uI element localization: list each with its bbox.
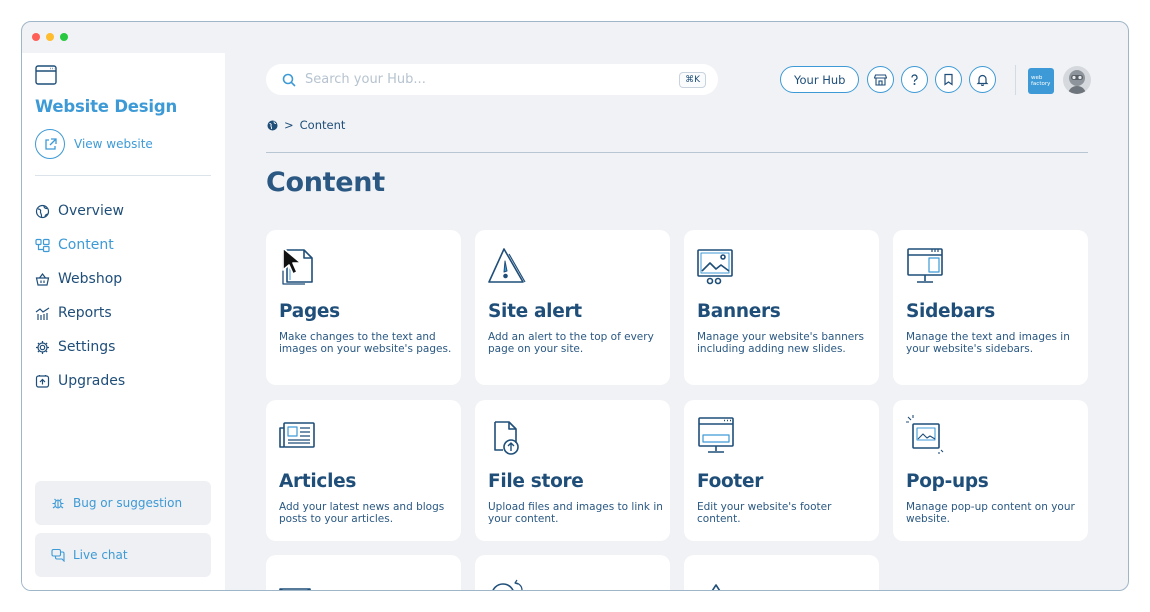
minimize-window-button[interactable]: [46, 33, 54, 41]
card-description: Add your latest news and blogs posts to …: [279, 501, 445, 525]
alert-icon: [488, 248, 526, 283]
articles-icon: [279, 422, 315, 448]
notifications-button[interactable]: [969, 66, 996, 93]
content-card-file-store[interactable]: File store Upload files and images to li…: [475, 400, 670, 541]
sidebar: Website Design View website Overview Con…: [22, 53, 225, 590]
banners-icon: [697, 249, 733, 285]
warning-triangle-icon: [711, 584, 721, 590]
card-description: Manage pop-up content on your website.: [906, 501, 1075, 525]
card-description: Upload files and images to link in your …: [488, 501, 663, 525]
search-icon: [282, 73, 296, 87]
popups-icon: [906, 415, 944, 454]
close-window-button[interactable]: [32, 33, 40, 41]
sidebar-item-settings[interactable]: Settings: [35, 330, 125, 364]
card-title: Site alert: [488, 301, 582, 322]
upgrade-icon: [35, 374, 50, 388]
sidebar-item-label: Overview: [58, 203, 124, 219]
header-divider: [1015, 65, 1016, 95]
live-chat-label: Live chat: [73, 548, 128, 562]
content-card-footer[interactable]: Footer Edit your website's footer conten…: [684, 400, 879, 541]
view-website-link[interactable]: View website: [35, 129, 153, 159]
sidebar-item-upgrades[interactable]: Upgrades: [35, 364, 125, 398]
bell-icon: [976, 74, 989, 86]
store-button[interactable]: [867, 66, 894, 93]
envelope-icon: [279, 588, 311, 590]
content-card-site-alert[interactable]: Site alert Add an alert to the top of ev…: [475, 230, 670, 385]
help-button[interactable]: [901, 66, 928, 93]
chat-icon: [51, 548, 65, 562]
sidebar-item-content[interactable]: Content: [35, 228, 125, 262]
content-card-popups[interactable]: Pop-ups Manage pop-up content on your we…: [893, 400, 1088, 541]
sidebar-item-label: Content: [58, 237, 114, 253]
question-icon: [911, 74, 918, 86]
avatar-image: [1068, 70, 1086, 94]
footer-icon: [698, 417, 734, 453]
sidebar-item-label: Webshop: [58, 271, 123, 287]
file-store-icon: [494, 421, 519, 455]
breadcrumb: > Content: [267, 118, 345, 132]
user-avatar[interactable]: [1063, 66, 1091, 94]
card-title: Sidebars: [906, 301, 995, 322]
live-chat-button[interactable]: Live chat: [35, 533, 211, 577]
bug-icon: [52, 498, 64, 509]
view-website-label: View website: [74, 137, 153, 151]
content-card-sidebars[interactable]: Sidebars Manage the text and images in y…: [893, 230, 1088, 385]
bookmarks-button[interactable]: [935, 66, 962, 93]
site-title: Website Design: [35, 97, 178, 116]
page-title: Content: [266, 167, 385, 198]
card-title: File store: [488, 471, 584, 492]
sidebars-icon: [907, 248, 943, 283]
app-window: Website Design View website Overview Con…: [21, 21, 1129, 591]
breadcrumb-current: Content: [299, 118, 346, 132]
sidebar-item-webshop[interactable]: Webshop: [35, 262, 125, 296]
globe-icon[interactable]: [267, 120, 278, 131]
basket-icon: [35, 272, 50, 286]
card-description: Edit your website's footer content.: [697, 501, 832, 525]
window-controls: [32, 33, 68, 41]
search-input[interactable]: [305, 72, 680, 87]
bookmark-icon: [944, 73, 953, 86]
card-title: Banners: [697, 301, 781, 322]
bug-or-suggestion-label: Bug or suggestion: [73, 496, 183, 510]
storefront-icon: [874, 74, 887, 86]
content-card-banners[interactable]: Banners Manage your website's banners in…: [684, 230, 879, 385]
globe-icon: [35, 204, 50, 218]
sidebar-item-reports[interactable]: Reports: [35, 296, 125, 330]
card-description: Manage your website's banners including …: [697, 331, 865, 355]
content-card-newsletter[interactable]: [266, 555, 461, 590]
sidebar-item-overview[interactable]: Overview: [35, 194, 125, 228]
browser-window-icon: [35, 65, 57, 85]
sidebar-item-label: Settings: [58, 339, 116, 355]
search-bar[interactable]: ⌘K: [266, 64, 718, 95]
content-card-testimonials[interactable]: [475, 555, 670, 590]
breadcrumb-separator-icon: >: [284, 118, 294, 132]
content-card-articles[interactable]: Articles Add your latest news and blogs …: [266, 400, 461, 541]
maximize-window-button[interactable]: [60, 33, 68, 41]
card-description: Manage the text and images in your websi…: [906, 331, 1070, 355]
sidebar-item-label: Reports: [58, 305, 112, 321]
card-description: Make changes to the text and images on y…: [279, 331, 452, 355]
card-description: Add an alert to the top of every page on…: [488, 331, 654, 355]
content-card-more[interactable]: [684, 555, 879, 590]
layout-icon: [35, 238, 50, 252]
search-shortcut-badge: ⌘K: [679, 71, 706, 88]
card-title: Footer: [697, 471, 764, 492]
sidebar-item-label: Upgrades: [58, 373, 126, 389]
sidebar-nav: Overview Content Webshop Reports Setting…: [35, 194, 125, 398]
gear-icon: [36, 340, 49, 354]
bug-or-suggestion-button[interactable]: Bug or suggestion: [35, 481, 211, 525]
logo-text: web factory: [1031, 75, 1051, 87]
card-title: Pages: [279, 301, 340, 322]
web-factory-logo[interactable]: web factory: [1028, 68, 1054, 94]
card-title: Pop-ups: [906, 471, 989, 492]
mouse-cursor-icon: [282, 247, 302, 275]
card-title: Articles: [279, 471, 357, 492]
heart-chat-icon: [492, 579, 523, 590]
external-link-icon: [35, 129, 65, 159]
chart-icon: [35, 307, 50, 320]
sidebar-divider: [35, 175, 211, 176]
your-hub-button[interactable]: Your Hub: [780, 66, 860, 93]
header-rule: [266, 152, 1088, 153]
